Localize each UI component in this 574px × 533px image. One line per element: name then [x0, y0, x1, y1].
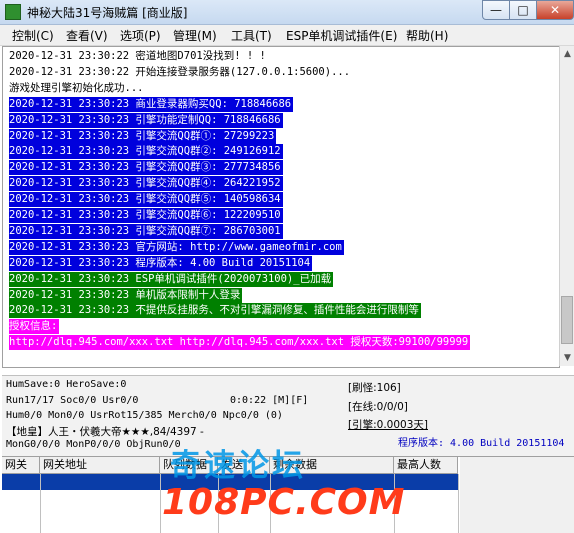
log-line: 2020-12-31 23:30:23 引擎交流QQ群⑤: 140598634: [9, 192, 283, 208]
log-line: 2020-12-31 23:30:23 引擎交流QQ群④: 264221952: [9, 176, 283, 192]
watermark-site: 108PC.COM: [162, 482, 406, 523]
log-line: 授权信息:: [9, 319, 60, 335]
status-monsters: MonG0/0/0 MonP0/0/0 ObjRun0/0: [6, 439, 181, 450]
log-line: 2020-12-31 23:30:23 商业登录器购买QQ: 718846686: [9, 96, 294, 112]
grid-divider: [40, 474, 41, 533]
log-line: 2020-12-31 23:30:23 引擎交流QQ群⑥: 122209510: [9, 208, 283, 223]
status-counts: Hum0/0 Mon0/0 UsrRot15/385 Merch0/0 Npc0…: [6, 410, 283, 421]
watermark-forum-name: 奇速论坛: [170, 448, 306, 484]
menu-manage[interactable]: 管理(M): [173, 27, 217, 44]
menu-options[interactable]: 选项(P): [120, 27, 161, 44]
log-line: 2020-12-31 23:30:23 引擎交流QQ群⑦: 286703001: [9, 223, 283, 239]
grid-empty-area: [460, 457, 574, 533]
log-line: 2020-12-31 23:30:23 引擎交流QQ群③: 277734856: [9, 160, 283, 176]
log-line: 2020-12-31 23:30:23 引擎功能定制QQ: 718846686: [9, 112, 283, 128]
status-uptime: 0:0:22 [M][F]: [230, 395, 309, 406]
grid-divider: [160, 474, 161, 533]
log-line: 2020-12-31 23:30:23 引擎交流QQ群①: 27299223: [9, 128, 277, 144]
maximize-button[interactable]: □: [509, 0, 537, 20]
status-top-player: 【地皇】人王・伏羲大帝★★★,84/4397 -: [6, 426, 204, 438]
menu-esp-plugin[interactable]: ESP单机调试插件(E): [286, 27, 397, 44]
online-count-box: [在线:0/0/0]: [348, 401, 408, 413]
monster-refresh-box: [刷怪:106]: [348, 382, 401, 394]
log-line: 2020-12-31 23:30:23 官方网站: http://www.gam…: [9, 239, 344, 255]
scroll-up-icon[interactable]: ▲: [560, 46, 574, 62]
close-button[interactable]: ✕: [536, 0, 574, 20]
engine-time-box: [引擎:0.0003天]: [348, 419, 428, 431]
col-max-users[interactable]: 最高人数: [394, 457, 458, 473]
log-line: 游戏处理引擎初始化成功...: [9, 81, 144, 94]
menu-help[interactable]: 帮助(H): [406, 27, 448, 44]
status-save: HumSave:0 HeroSave:0: [6, 379, 127, 390]
log-line: 2020-12-31 23:30:22 开始连接登录服务器(127.0.0.1:…: [9, 65, 351, 78]
log-line: http://dlq.945.com/xxx.txt http://dlq.94…: [9, 335, 471, 351]
log-line: 2020-12-31 23:30:23 单机版本限制十人登录: [9, 287, 243, 303]
scroll-down-icon[interactable]: ▼: [560, 350, 574, 366]
title-bar: 神秘大陆31号海贼篇 [商业版] — □ ✕: [0, 0, 574, 25]
menu-view[interactable]: 查看(V): [66, 27, 108, 44]
grid-divider: [458, 474, 459, 533]
log-scrollbar[interactable]: ▲ ▼: [559, 46, 574, 366]
menu-bar: 控制(C) 查看(V) 选项(P) 管理(M) 工具(T) ESP单机调试插件(…: [0, 25, 574, 46]
log-line: 2020-12-31 23:30:22 密道地图D701没找到! ! !: [9, 50, 266, 62]
program-version: 程序版本: 4.00 Build 20151104: [398, 438, 565, 449]
log-line: 2020-12-31 23:30:23 程序版本: 4.00 Build 201…: [9, 255, 313, 271]
scroll-thumb[interactable]: [561, 296, 573, 344]
col-gateway[interactable]: 网关: [2, 457, 40, 473]
log-output[interactable]: 2020-12-31 23:30:22 密道地图D701没找到! ! ! 2020…: [2, 46, 560, 368]
window-title: 神秘大陆31号海贼篇 [商业版]: [27, 6, 188, 20]
log-line: 2020-12-31 23:30:23 ESP单机调试插件(2020073100…: [9, 271, 334, 287]
col-gateway-address[interactable]: 网关地址: [40, 457, 160, 473]
app-icon: [5, 4, 21, 20]
minimize-button[interactable]: —: [482, 0, 510, 20]
log-line: 2020-12-31 23:30:23 不提供反挂服务、不对引擎漏洞修复、插件性…: [9, 303, 421, 319]
menu-tools[interactable]: 工具(T): [231, 27, 272, 44]
log-line: 2020-12-31 23:30:23 引擎交流QQ群②: 249126912: [9, 144, 283, 160]
status-run: Run17/17 Soc0/0 Usr0/0: [6, 395, 139, 406]
menu-control[interactable]: 控制(C): [12, 27, 54, 44]
